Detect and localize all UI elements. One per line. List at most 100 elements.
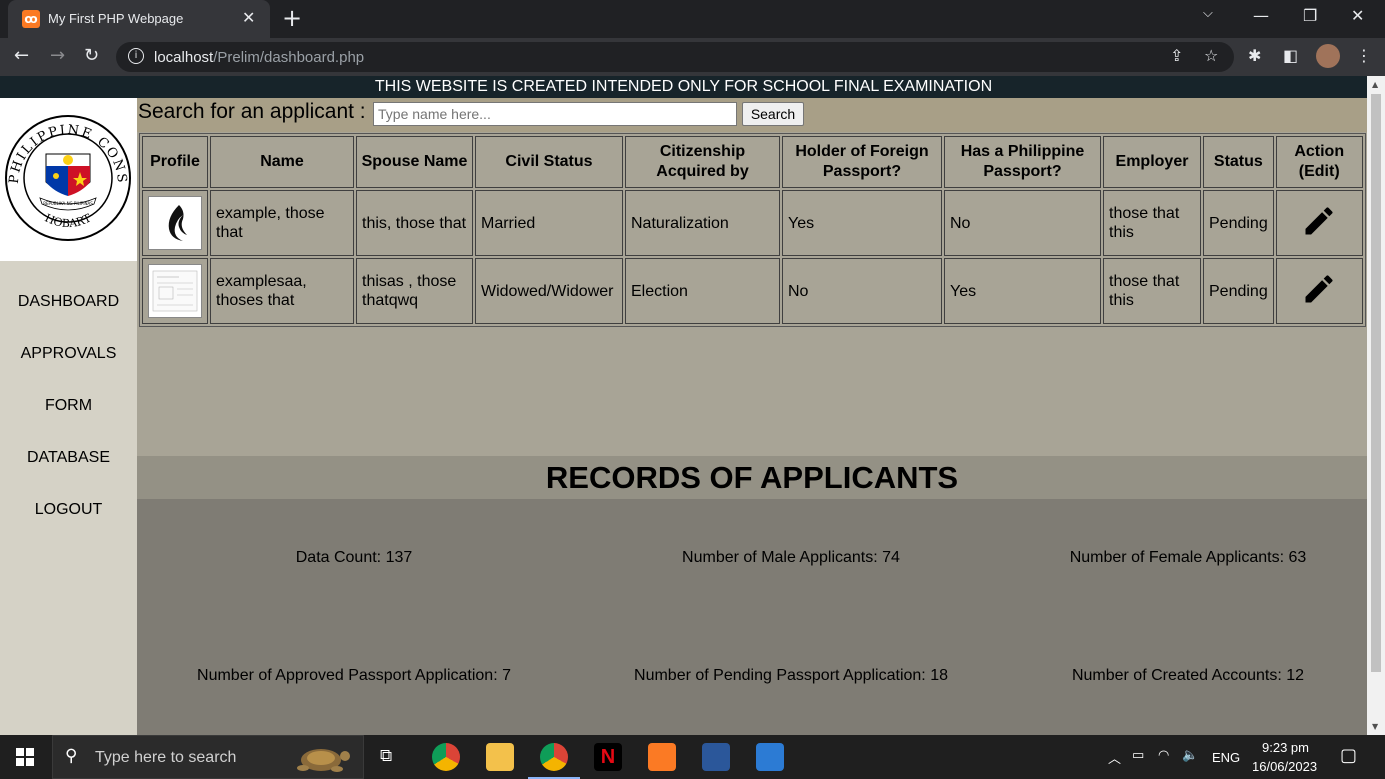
photos-app-icon[interactable]: [756, 743, 784, 771]
battery-icon[interactable]: ▭: [1132, 748, 1144, 763]
name-cell: example, those that: [210, 190, 354, 256]
col-header-ph-passport: Has a Philippine Passport?: [944, 136, 1101, 188]
seal-ribbon-text: REPUBLIKA NG PILIPINAS: [43, 201, 93, 206]
nav-approvals[interactable]: APPROVALS: [0, 345, 137, 363]
nav-dashboard[interactable]: DASHBOARD: [0, 293, 137, 311]
xampp-favicon-icon: ꝏ: [22, 10, 40, 28]
browser-tab-bar: ꝏ My First PHP Webpage ✕ + ⌵ — ❐ ✕: [0, 0, 1385, 38]
col-header-name: Name: [210, 136, 354, 188]
language-indicator[interactable]: ENG: [1212, 750, 1240, 765]
table-row: examplesaa, thoses that thisas , those t…: [142, 258, 1363, 324]
records-stats: Data Count: 137 Number of Male Applicant…: [137, 499, 1367, 735]
employer-cell: those that this: [1103, 258, 1201, 324]
volume-muted-icon[interactable]: 🔈: [1182, 748, 1198, 763]
col-header-spouse-name: Spouse Name: [356, 136, 473, 188]
reload-icon[interactable]: ↻: [84, 45, 99, 66]
forward-arrow-icon[interactable]: →: [50, 45, 65, 66]
tab-search-chevron-icon[interactable]: ⌵: [1203, 6, 1213, 21]
col-header-profile: Profile: [142, 136, 208, 188]
employer-cell: those that this: [1103, 190, 1201, 256]
ph-passport-cell: No: [944, 190, 1101, 256]
spouse-cell: this, those that: [356, 190, 473, 256]
citizenship-cell: Election: [625, 258, 780, 324]
foreign-passport-cell: No: [782, 258, 942, 324]
status-cell: Pending: [1203, 258, 1274, 324]
stat-data-count: Data Count: 137: [295, 549, 413, 566]
profile-cell: [142, 258, 208, 324]
table-row: example, those that this, those that Mar…: [142, 190, 1363, 256]
windows-start-icon[interactable]: [16, 748, 34, 766]
scroll-down-icon[interactable]: ▼: [1372, 722, 1378, 731]
clock-time[interactable]: 9:23 pm: [1262, 740, 1309, 755]
search-button[interactable]: Search: [742, 102, 804, 126]
menu-kebab-icon[interactable]: ⋮: [1356, 46, 1372, 65]
side-panel-icon[interactable]: ◧: [1283, 46, 1298, 65]
site-info-icon[interactable]: i: [128, 48, 144, 64]
scroll-up-icon[interactable]: ▲: [1372, 80, 1378, 89]
action-cell: [1275, 258, 1363, 324]
taskbar-search-placeholder: Type here to search: [95, 749, 237, 766]
col-header-action: Action (Edit): [1275, 136, 1363, 188]
restore-icon[interactable]: ❐: [1303, 6, 1317, 25]
col-header-citizenship: Citizenship Acquired by: [625, 136, 780, 188]
show-hidden-icons-chevron-icon[interactable]: ︿: [1108, 748, 1121, 767]
windows-taskbar: ⚲ Type here to search ⧉ N ︿ ▭ ◠ 🔈 ENG 9:…: [0, 735, 1385, 779]
address-bar[interactable]: i localhost/Prelim/dashboard.php ⇪ ☆: [116, 42, 1234, 72]
stat-approved-applications: Number of Approved Passport Application:…: [197, 667, 511, 684]
nav-database[interactable]: DATABASE: [0, 449, 137, 467]
task-view-icon[interactable]: ⧉: [380, 746, 392, 766]
edit-pencil-icon[interactable]: [1301, 203, 1337, 239]
page-scrollbar[interactable]: ▲ ▼: [1367, 76, 1385, 735]
word-app-icon[interactable]: [702, 743, 730, 771]
webpage: THIS WEBSITE IS CREATED INTENDED ONLY FO…: [0, 76, 1367, 735]
edit-pencil-icon[interactable]: [1301, 271, 1337, 307]
foreign-passport-cell: Yes: [782, 190, 942, 256]
nav-logout[interactable]: LOGOUT: [0, 501, 137, 519]
sidebar: PHILIPPINE CONSULATE HOBART REPUBLIKA NG…: [0, 87, 137, 735]
new-tab-icon[interactable]: +: [282, 4, 302, 32]
browser-tab[interactable]: ꝏ My First PHP Webpage ✕: [8, 0, 270, 38]
taskbar-search-box[interactable]: ⚲ Type here to search: [52, 735, 364, 779]
status-cell: Pending: [1203, 190, 1274, 256]
xampp-app-icon[interactable]: [648, 743, 676, 771]
records-title: RECORDS OF APPLICANTS: [137, 456, 1367, 499]
search-label: Search for an applicant :: [138, 100, 366, 123]
ph-passport-cell: Yes: [944, 258, 1101, 324]
clock-date[interactable]: 16/06/2023: [1252, 759, 1317, 774]
close-window-icon[interactable]: ✕: [1351, 6, 1364, 25]
scrollbar-thumb[interactable]: [1371, 94, 1381, 672]
citizenship-cell: Naturalization: [625, 190, 780, 256]
profile-avatar[interactable]: [1316, 44, 1340, 68]
col-header-employer: Employer: [1103, 136, 1201, 188]
stat-created-accounts: Number of Created Accounts: 12: [1071, 667, 1305, 684]
name-cell: examplesaa, thoses that: [210, 258, 354, 324]
chrome-active-app-icon[interactable]: [540, 743, 568, 771]
profile-silhouette-icon: [168, 205, 187, 241]
notification-center-icon[interactable]: ▢: [1340, 745, 1357, 766]
applicants-table: Profile Name Spouse Name Civil Status Ci…: [139, 133, 1366, 327]
nav-form[interactable]: FORM: [0, 397, 137, 415]
minimize-icon[interactable]: —: [1253, 6, 1269, 25]
profile-thumbnail[interactable]: [148, 264, 202, 318]
tab-close-icon[interactable]: ✕: [242, 8, 255, 27]
spouse-cell: thisas , those thatqwq: [356, 258, 473, 324]
chrome-app-icon[interactable]: [432, 743, 460, 771]
search-input[interactable]: [373, 102, 737, 126]
civil-status-cell: Widowed/Widower: [475, 258, 623, 324]
extensions-puzzle-icon[interactable]: ✱: [1248, 46, 1261, 65]
wifi-icon[interactable]: ◠: [1158, 748, 1169, 763]
share-icon[interactable]: ⇪: [1170, 46, 1183, 65]
document-scan-icon: [152, 270, 198, 312]
back-arrow-icon[interactable]: ←: [14, 45, 29, 66]
turtle-search-highlight-icon: [297, 749, 350, 772]
file-explorer-icon[interactable]: [486, 743, 514, 771]
search-bar: Search for an applicant : Search: [137, 98, 1367, 132]
col-header-civil-status: Civil Status: [475, 136, 623, 188]
url-text: localhost/Prelim/dashboard.php: [154, 49, 365, 66]
netflix-app-icon[interactable]: N: [594, 743, 622, 771]
profile-thumbnail[interactable]: [148, 196, 202, 250]
profile-cell: [142, 190, 208, 256]
civil-status-cell: Married: [475, 190, 623, 256]
bookmark-star-icon[interactable]: ☆: [1204, 46, 1218, 65]
consulate-logo: PHILIPPINE CONSULATE HOBART REPUBLIKA NG…: [0, 87, 137, 261]
